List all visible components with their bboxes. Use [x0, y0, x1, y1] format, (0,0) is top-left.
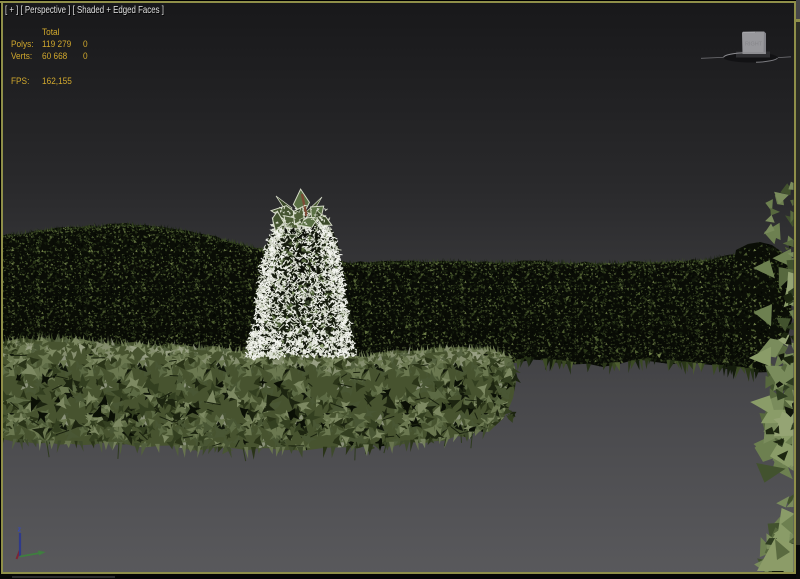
svg-text:z: z — [18, 525, 22, 534]
svg-text:RIGHT: RIGHT — [745, 42, 763, 48]
